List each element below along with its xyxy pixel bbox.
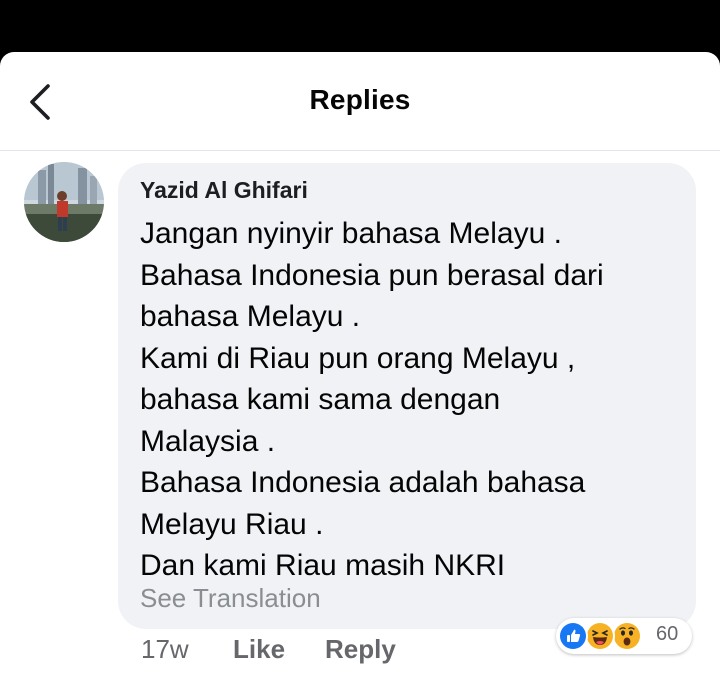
comment-bubble: Yazid Al Ghifari Jangan nyinyir bahasa M… <box>118 163 696 629</box>
comment-line: Melayu Riau . <box>140 507 324 541</box>
replies-sheet: Replies Yazid Al Ghifari Jangan nyinyir … <box>0 52 720 685</box>
comment-line: bahasa Melayu . <box>140 300 361 333</box>
wow-icon <box>612 621 642 651</box>
comment-line: Malaysia . <box>140 424 276 458</box>
reaction-summary[interactable]: 60 <box>556 618 692 654</box>
comment-line: bahasa kami sama dengan <box>140 383 501 416</box>
comment-timestamp: 17w <box>141 634 189 664</box>
reaction-count: 60 <box>656 623 679 645</box>
haha-icon <box>585 621 615 651</box>
like-button[interactable]: Like <box>233 634 285 665</box>
reply-button[interactable]: Reply <box>325 634 396 665</box>
comment-line: Bahasa Indonesia pun berasal dari <box>140 258 604 292</box>
comment-text: Jangan nyinyir bahasa Melayu . Bahasa In… <box>140 213 680 587</box>
comment-author[interactable]: Yazid Al Ghifari <box>140 177 308 204</box>
comment-line: Kami di Riau pun orang Melayu , <box>140 341 576 375</box>
avatar[interactable] <box>24 162 104 242</box>
comment-line: Bahasa Indonesia adalah bahasa <box>140 466 586 499</box>
page-title: Replies <box>309 84 411 115</box>
like-icon <box>558 621 588 651</box>
see-translation-link[interactable]: See Translation <box>140 583 321 614</box>
comment-line: Dan kami Riau masih NKRI <box>140 549 506 582</box>
comment-line: Jangan nyinyir bahasa Melayu . <box>140 217 562 250</box>
header: Replies <box>0 52 720 151</box>
